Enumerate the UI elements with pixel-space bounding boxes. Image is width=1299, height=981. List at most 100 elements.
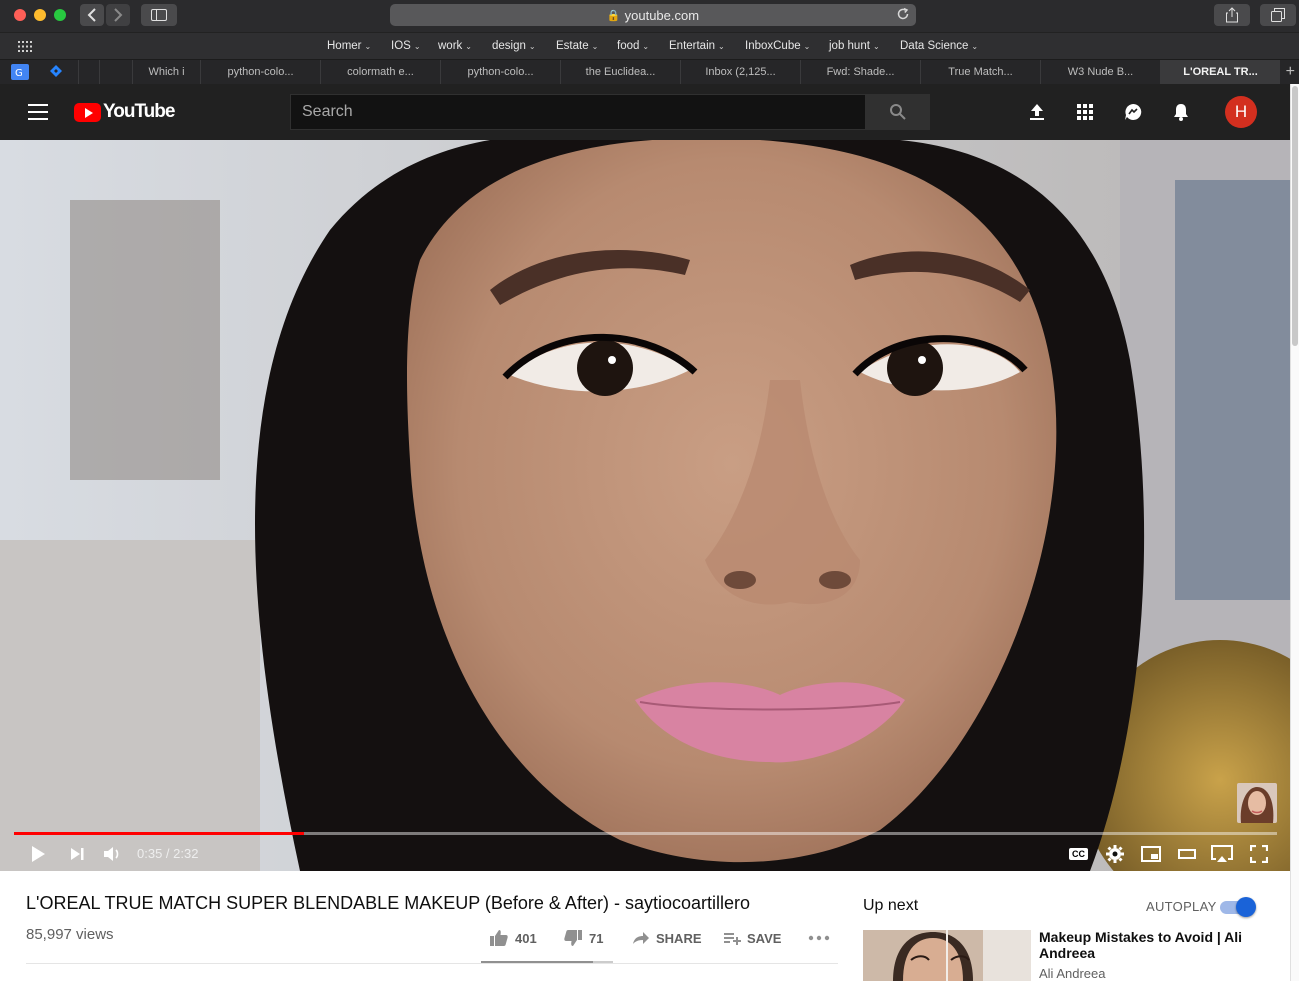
dislike-button[interactable]: 71 (563, 928, 603, 948)
chevron-down-icon: ⌄ (364, 42, 372, 51)
search-input[interactable]: Search (290, 94, 866, 130)
fullscreen-button[interactable] (1250, 843, 1268, 865)
video-player[interactable]: 0:35 / 2:32 CC (0, 140, 1290, 871)
bookmark-folder-job-hunt[interactable]: job hunt ⌄ (829, 33, 880, 60)
bookmark-folder-estate[interactable]: Estate ⌄ (556, 33, 598, 60)
theater-mode-icon (1178, 849, 1196, 859)
miniplayer-button[interactable] (1141, 843, 1161, 865)
jira-icon[interactable] (47, 63, 65, 81)
tab-separator (78, 60, 79, 84)
bookmark-folder-food[interactable]: food ⌄ (617, 33, 649, 60)
tab-colormath[interactable]: colormath e... (320, 60, 440, 84)
thumbs-down-icon (564, 930, 582, 946)
metadata-divider (26, 963, 838, 964)
chevron-down-icon: ⌄ (971, 42, 979, 51)
like-count: 401 (515, 930, 537, 946)
tab-python-colormath-1[interactable]: python-colo... (200, 60, 320, 84)
address-bar[interactable]: 🔒 youtube.com (390, 4, 916, 26)
volume-icon (104, 847, 119, 861)
notifications-bell-icon[interactable] (1171, 102, 1191, 122)
minimize-window-button[interactable] (34, 9, 46, 21)
youtube-play-logo-icon (74, 102, 101, 122)
dislike-count: 71 (589, 930, 604, 946)
bookmark-folder-homer[interactable]: Homer ⌄ (327, 33, 371, 60)
like-button[interactable]: 401 (489, 928, 537, 948)
bookmark-folder-ios[interactable]: IOS ⌄ (391, 33, 421, 60)
url-text: youtube.com (624, 7, 700, 23)
tab-separator (99, 60, 100, 84)
menu-icon[interactable] (28, 104, 48, 120)
tab-inbox[interactable]: Inbox (2,125... (680, 60, 800, 84)
captions-button[interactable]: CC (1069, 843, 1088, 865)
messages-icon[interactable] (1123, 102, 1143, 122)
thumbs-up-icon (490, 930, 508, 946)
settings-button[interactable] (1105, 843, 1125, 865)
airplay-button[interactable] (1211, 843, 1233, 865)
tab-w3-nude[interactable]: W3 Nude B... (1040, 60, 1160, 84)
volume-button[interactable] (103, 843, 123, 865)
bookmarks-bar: Homer ⌄ IOS ⌄ work ⌄ design ⌄ Estate ⌄ food ⌄ … (0, 32, 1299, 59)
new-tab-button[interactable]: + (1286, 60, 1295, 84)
zoom-window-button[interactable] (54, 9, 66, 21)
search-button[interactable] (866, 94, 930, 130)
forward-button[interactable] (106, 4, 130, 26)
chevron-down-icon: ⌄ (642, 42, 650, 51)
close-window-button[interactable] (14, 9, 26, 21)
tab-bar: G Which i python-colo... colormath e... … (0, 59, 1299, 84)
upload-icon[interactable] (1027, 102, 1047, 122)
share-video-button[interactable]: SHARE (632, 928, 702, 948)
tab-loreal-active[interactable]: L'OREAL TR... (1160, 60, 1280, 84)
theater-mode-button[interactable] (1178, 843, 1196, 865)
autoplay-toggle-knob (1236, 897, 1256, 917)
sidebar-toggle-button[interactable] (141, 4, 177, 26)
youtube-logo[interactable]: YouTube (74, 101, 175, 123)
bookmark-folder-entertain[interactable]: Entertain ⌄ (669, 33, 725, 60)
play-button[interactable] (30, 843, 46, 865)
autoplay-toggle[interactable] (1220, 897, 1256, 917)
chevron-down-icon: ⌄ (718, 42, 725, 51)
save-video-button[interactable]: SAVE (723, 928, 781, 948)
channel-watermark-thumbnail[interactable] (1237, 783, 1277, 823)
video-progress-bar[interactable] (14, 832, 1277, 835)
tab-which[interactable]: Which i (132, 60, 200, 84)
share-arrow-icon (633, 932, 649, 944)
chevron-down-icon: ⌄ (413, 42, 421, 51)
recommended-video-title[interactable]: Makeup Mistakes to Avoid | Ali Andreea (1039, 929, 1269, 961)
video-title: L'OREAL TRUE MATCH SUPER BLENDABLE MAKEU… (26, 893, 750, 913)
browser-titlebar: 🔒 youtube.com (0, 0, 1299, 32)
recommended-video-channel[interactable]: Ali Andreea (1039, 966, 1106, 981)
tab-true-match[interactable]: True Match... (920, 60, 1040, 84)
apps-icon[interactable] (1075, 102, 1095, 122)
chevron-down-icon: ⌄ (465, 42, 472, 51)
search-icon (890, 104, 906, 120)
tab-overview-button[interactable] (1260, 4, 1296, 26)
account-avatar[interactable]: H (1225, 96, 1257, 128)
up-next-heading: Up next (863, 897, 919, 914)
view-count: 85,997 views (26, 926, 114, 943)
tabs-icon (1271, 8, 1285, 22)
closed-captions-icon: CC (1069, 848, 1088, 860)
svg-text:G: G (15, 68, 23, 79)
tab-python-colormath-2[interactable]: python-colo... (440, 60, 560, 84)
save-label: SAVE (747, 930, 782, 946)
bookmark-folder-work[interactable]: work ⌄ (438, 33, 472, 60)
share-button[interactable] (1214, 4, 1250, 26)
page-scrollbar-thumb[interactable] (1292, 86, 1298, 346)
bookmark-folder-data-science[interactable]: Data Science ⌄ (900, 33, 978, 60)
share-label: SHARE (656, 930, 702, 946)
bookmark-folder-design[interactable]: design ⌄ (492, 33, 536, 60)
back-button[interactable] (80, 4, 104, 26)
bookmark-folder-inboxcube[interactable]: InboxCube ⌄ (745, 33, 810, 60)
more-horizontal-icon (808, 935, 830, 941)
reload-icon[interactable] (896, 7, 910, 24)
apps-grid-icon[interactable] (18, 41, 32, 52)
next-button[interactable] (69, 843, 85, 865)
share-icon (1226, 7, 1238, 23)
video-progress-fill (14, 832, 305, 835)
tab-fwd-shade[interactable]: Fwd: Shade... (800, 60, 920, 84)
google-translate-icon[interactable]: G (11, 63, 29, 81)
tab-euclidean[interactable]: the Euclidea... (560, 60, 680, 84)
video-frame-image (0, 140, 1290, 871)
more-actions-button[interactable] (808, 928, 836, 948)
recommended-video-thumbnail[interactable] (863, 930, 1031, 981)
